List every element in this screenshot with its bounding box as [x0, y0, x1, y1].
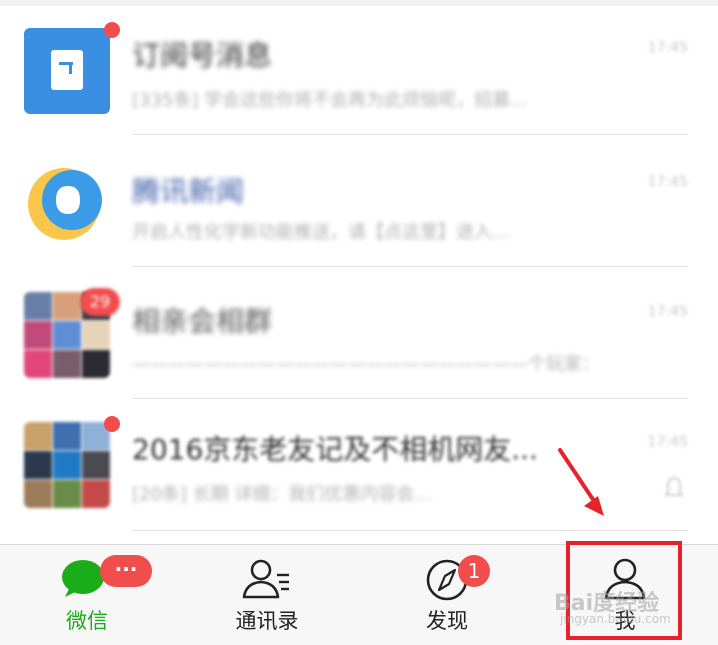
red-arrow-icon	[558, 448, 604, 516]
watermark-subtext: jingyan.baidu.com	[560, 612, 671, 626]
